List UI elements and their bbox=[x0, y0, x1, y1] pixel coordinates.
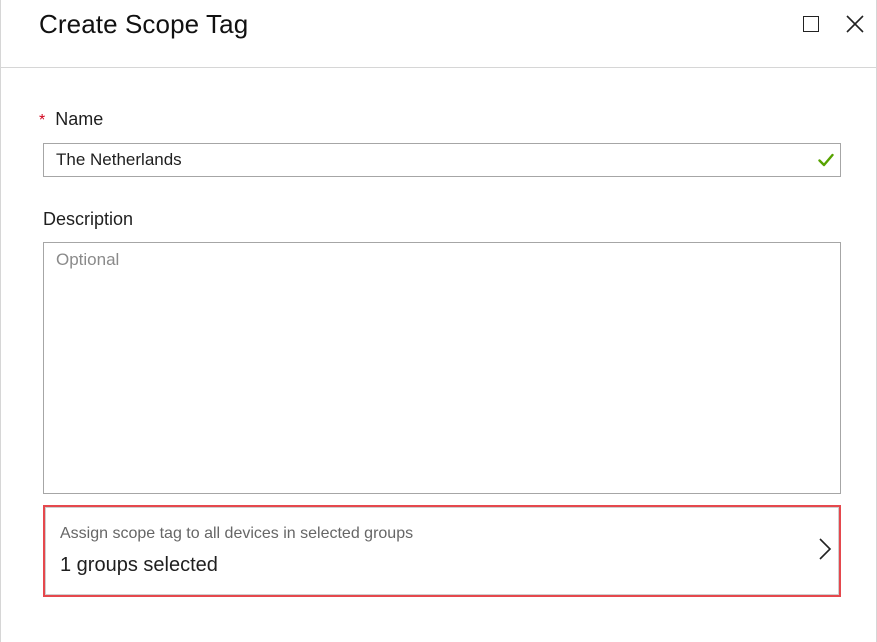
assign-groups-subtitle: Assign scope tag to all devices in selec… bbox=[60, 525, 414, 542]
maximize-button[interactable] bbox=[799, 12, 823, 36]
description-textarea[interactable] bbox=[43, 242, 841, 494]
required-marker: * bbox=[39, 112, 46, 129]
maximize-icon bbox=[803, 16, 819, 32]
blade-title: Create Scope Tag bbox=[39, 9, 249, 39]
assign-groups-selector[interactable]: Assign scope tag to all devices in selec… bbox=[43, 505, 841, 597]
close-icon bbox=[846, 15, 864, 33]
create-scope-tag-blade: Create Scope Tag * Name Description Assig… bbox=[0, 0, 877, 642]
assign-groups-value: 1 groups selected bbox=[60, 554, 218, 576]
assign-groups-inner: Assign scope tag to all devices in selec… bbox=[45, 507, 839, 595]
name-input[interactable] bbox=[44, 144, 840, 176]
checkmark-icon bbox=[818, 153, 834, 167]
name-field-wrapper bbox=[43, 143, 841, 177]
name-label: * Name bbox=[39, 109, 103, 130]
name-label-text: Name bbox=[55, 109, 104, 129]
blade-header: Create Scope Tag bbox=[1, 0, 876, 68]
chevron-right-icon bbox=[819, 538, 832, 560]
description-label: Description bbox=[43, 209, 134, 229]
close-button[interactable] bbox=[843, 12, 867, 36]
